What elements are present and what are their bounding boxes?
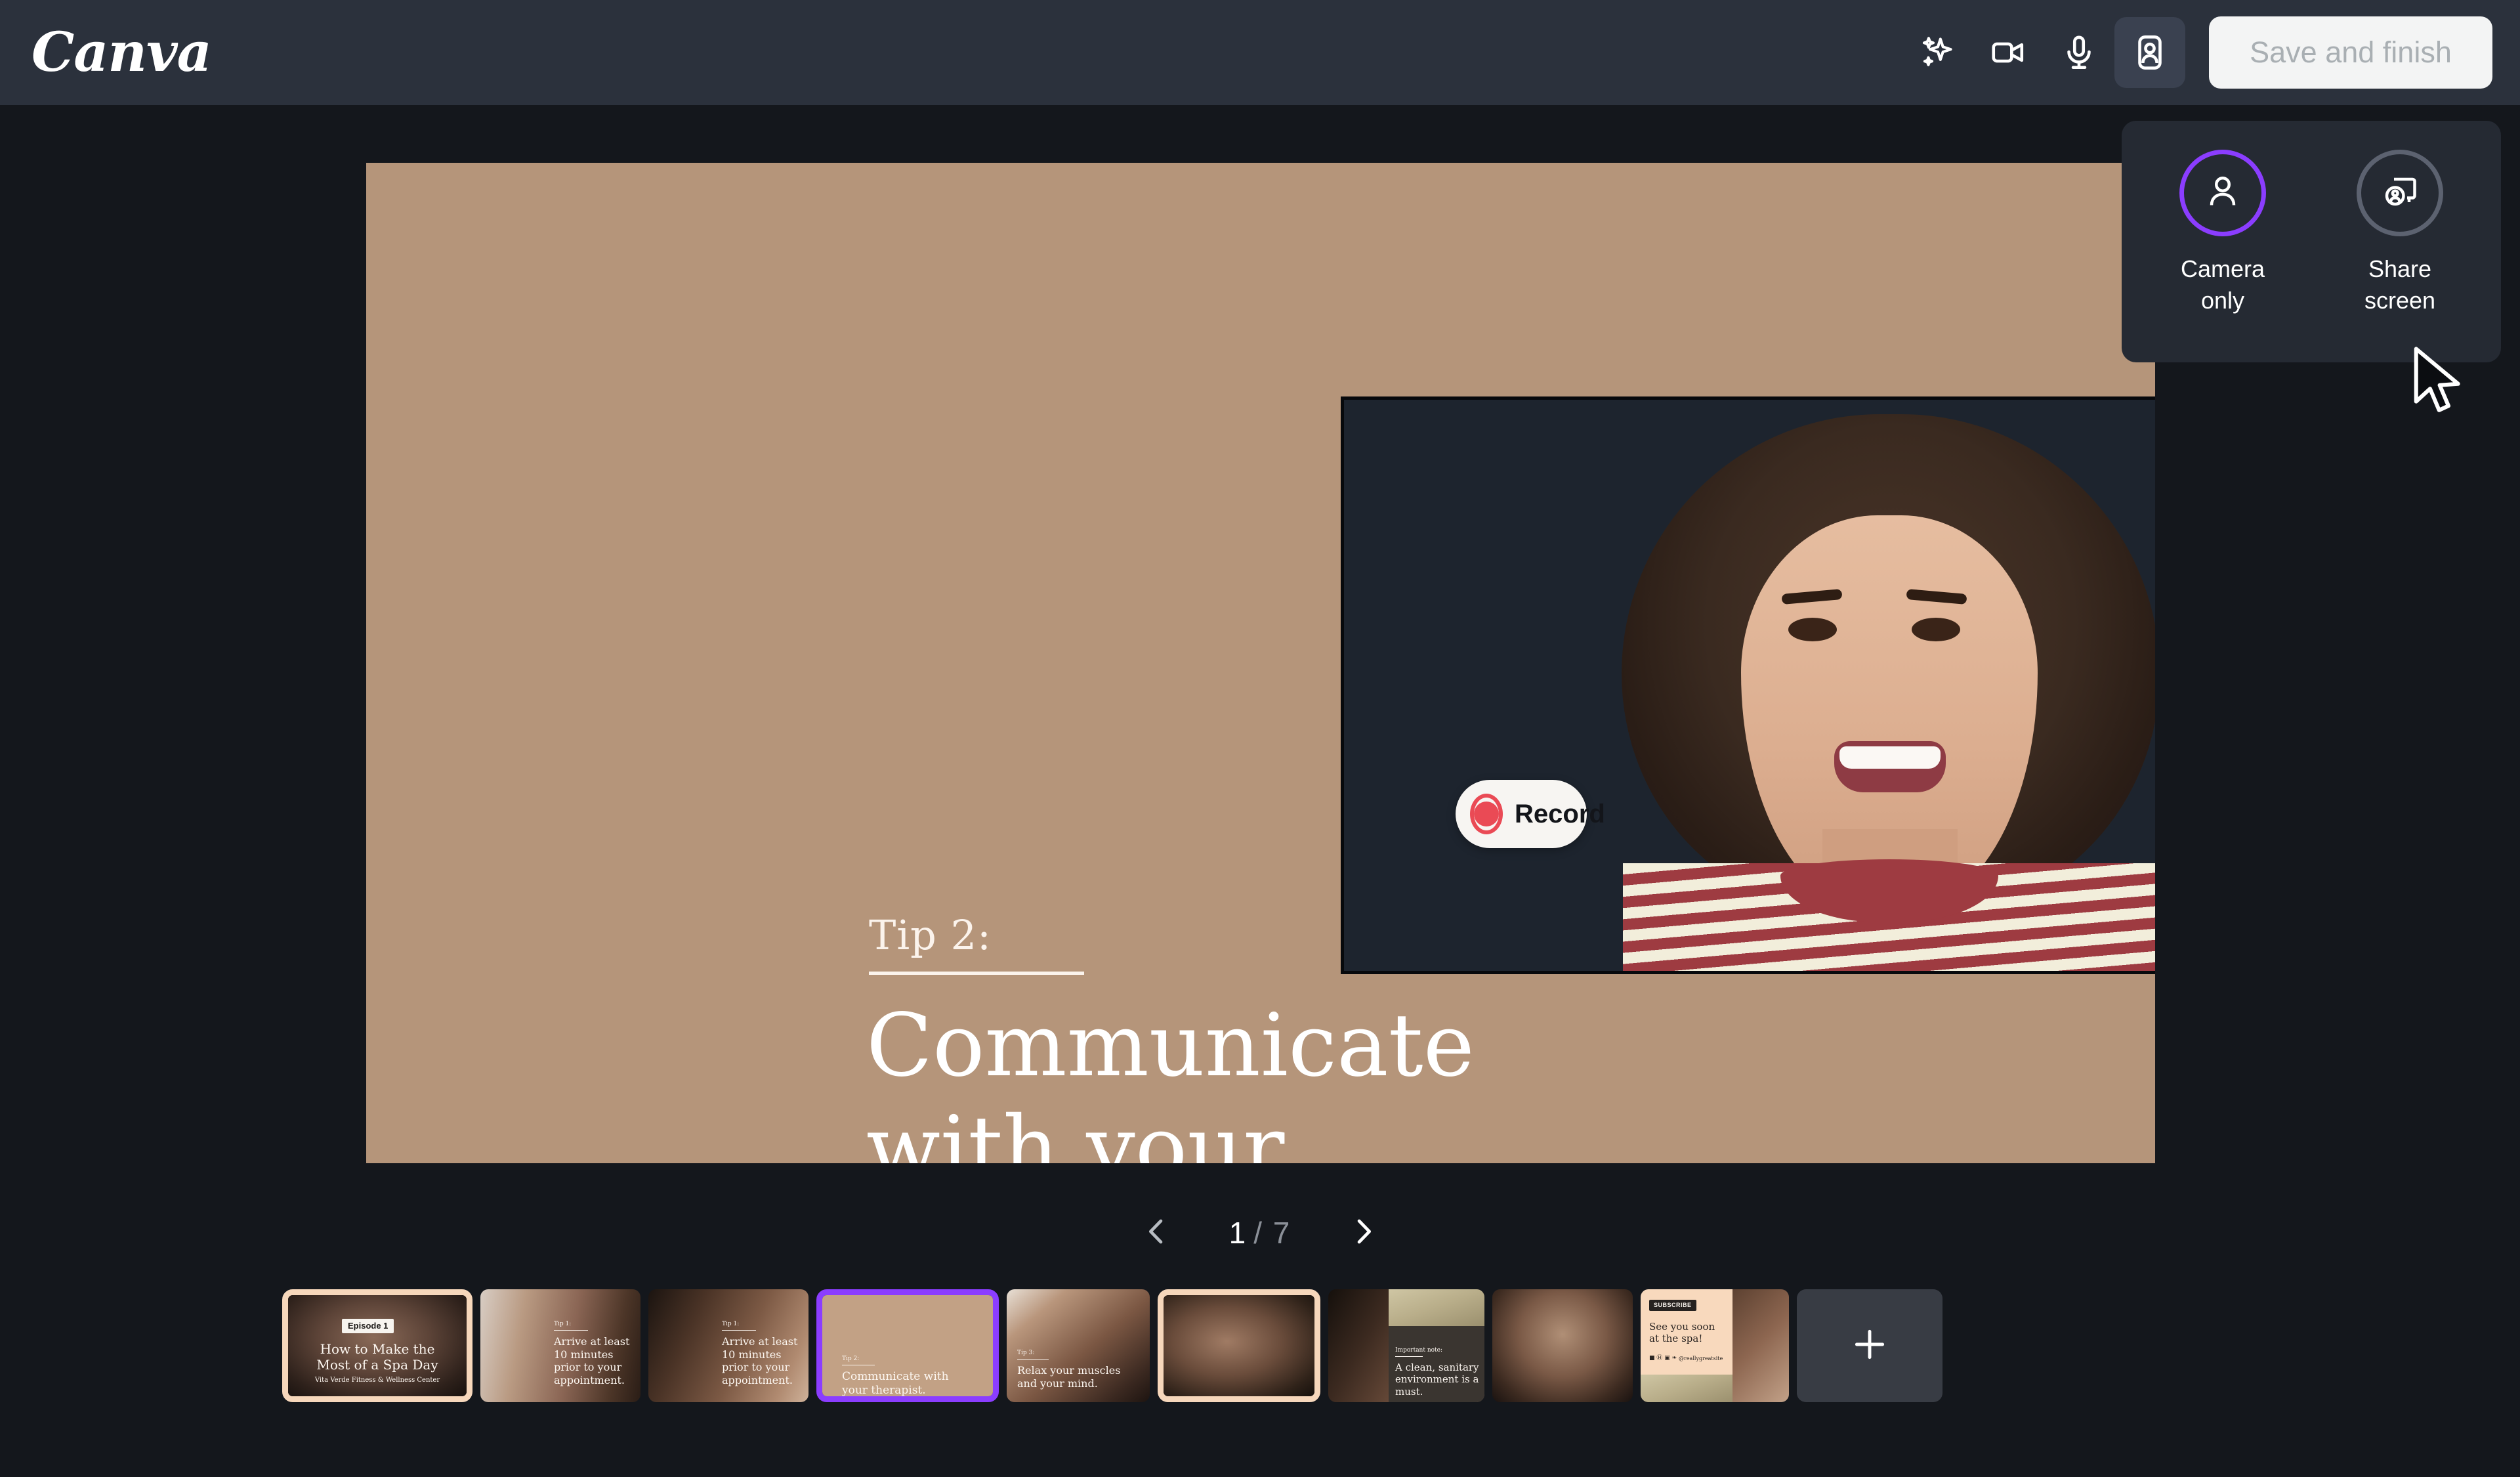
thumbnail-title: How to Make the Most of a Spa Day — [303, 1341, 452, 1373]
previous-page-button[interactable] — [1133, 1210, 1179, 1256]
thumbnail-page-3[interactable]: Tip 1: Arrive at least 10 minutes prior … — [648, 1289, 808, 1402]
thumbnail-image: SUBSCRIBE See you soon at the spa! ■ Ⓗ ▣… — [1641, 1289, 1789, 1402]
thumbnail-title: Communicate with your therapist. — [842, 1370, 973, 1396]
thumbnail-page-4[interactable]: Tip 2: Communicate with your therapist. — [816, 1289, 999, 1402]
person-eye-left — [1788, 618, 1837, 641]
record-dot-icon — [1470, 794, 1503, 834]
thumbnail-page-9[interactable]: SUBSCRIBE See you soon at the spa! ■ Ⓗ ▣… — [1641, 1289, 1789, 1402]
slide-tip-label: Tip 2: — [869, 911, 992, 959]
camera-mode-icon-button[interactable] — [2114, 17, 2185, 88]
thumbnail-title: See you soon at the spa! — [1649, 1321, 1724, 1345]
video-camera-icon-button[interactable] — [1973, 17, 2044, 88]
toolbar-actions: Save and finish — [1902, 16, 2492, 89]
thumbnail-page-7[interactable]: Important note: A clean, sanitary enviro… — [1328, 1289, 1484, 1402]
next-page-button[interactable] — [1341, 1210, 1387, 1256]
webcam-preview[interactable] — [1341, 396, 2155, 974]
chevron-left-icon — [1139, 1214, 1173, 1252]
thumbnail-note-label: Important note: — [1395, 1347, 1442, 1354]
slide-headline: Communicate with your therapist. — [866, 995, 1641, 1163]
microphone-icon — [2060, 33, 2098, 72]
thumbnail-image: Tip 3: Relax your muscles and your mind. — [1007, 1289, 1150, 1402]
record-button[interactable]: Record — [1456, 780, 1587, 848]
chevron-right-icon — [1347, 1214, 1381, 1252]
save-and-finish-button[interactable]: Save and finish — [2209, 16, 2492, 89]
thumbnail-image: Important note: A clean, sanitary enviro… — [1328, 1289, 1484, 1402]
thumbnail-tip-label: Tip 1: — [554, 1321, 571, 1328]
magic-sparkles-icon — [1918, 33, 1956, 72]
thumbnail-title: Arrive at least 10 minutes prior to your… — [554, 1335, 640, 1386]
thumbnail-tip-label: Tip 2: — [842, 1356, 859, 1363]
thumbnail-tip-label: Tip 1: — [722, 1321, 739, 1328]
person-mouth — [1834, 741, 1946, 792]
thumbnail-handle: @reallygreatsite — [1679, 1356, 1723, 1362]
microphone-icon-button[interactable] — [2044, 17, 2114, 88]
thumbnail-rule — [1395, 1356, 1423, 1357]
person-teeth — [1839, 746, 1941, 769]
thumbnail-image: Tip 2: Communicate with your therapist. — [822, 1295, 993, 1396]
share-screen-option[interactable]: Share screen — [2338, 150, 2462, 316]
top-toolbar: Canva — [0, 0, 2520, 105]
screen-share-icon — [2380, 172, 2420, 215]
share-screen-label: Share screen — [2338, 253, 2462, 316]
thumbnail-rule — [722, 1330, 756, 1331]
canva-logo[interactable]: Canva — [32, 21, 211, 84]
thumbnail-flowers-image — [1389, 1289, 1484, 1326]
save-and-finish-label: Save and finish — [2250, 35, 2452, 70]
thumbnail-image: Tip 1: Arrive at least 10 minutes prior … — [648, 1289, 808, 1402]
page-navigation: 1 / 7 — [0, 1203, 2520, 1263]
thumbnail-image — [1164, 1295, 1314, 1396]
share-screen-circle — [2357, 150, 2443, 236]
thumbnail-badge: SUBSCRIBE — [1649, 1300, 1696, 1311]
thumbnail-page-2[interactable]: Tip 1: Arrive at least 10 minutes prior … — [480, 1289, 640, 1402]
camera-only-circle — [2179, 150, 2266, 236]
thumbnail-image: Episode 1 How to Make the Most of a Spa … — [288, 1295, 467, 1396]
thumbnail-subtitle: Vita Verde Fitness & Wellness Center — [303, 1377, 452, 1384]
video-camera-icon — [1989, 33, 2027, 72]
thumbnail-badge: Episode 1 — [342, 1319, 394, 1333]
person-icon — [2203, 172, 2242, 215]
thumbnail-page-1[interactable]: Episode 1 How to Make the Most of a Spa … — [282, 1289, 472, 1402]
camera-mode-icon — [2131, 33, 2169, 72]
thumbnail-social-icons: ■ Ⓗ ▣ ❧ — [1649, 1355, 1677, 1362]
magic-sparkles-icon-button[interactable] — [1902, 17, 1973, 88]
thumbnail-title: Relax your muscles and your mind. — [1017, 1364, 1142, 1390]
record-button-label: Record — [1515, 800, 1605, 829]
thumbnail-tip-label: Tip 3: — [1017, 1350, 1034, 1357]
page-total-number: / 7 — [1253, 1215, 1291, 1251]
thumbnail-rule — [554, 1330, 588, 1331]
thumbnail-flowers-image — [1641, 1375, 1732, 1402]
thumbnail-title: A clean, sanitary environment is a must. — [1395, 1361, 1480, 1398]
plus-icon — [1849, 1324, 1890, 1368]
slide-canvas[interactable]: Tip 2: Communicate with your therapist. — [366, 163, 2155, 1163]
camera-mode-dropdown: Camera only Share screen — [2122, 121, 2501, 362]
thumbnail-title: Arrive at least 10 minutes prior to your… — [722, 1335, 808, 1386]
thumbnail-page-8[interactable] — [1492, 1289, 1633, 1402]
thumbnail-image — [1492, 1289, 1633, 1402]
page-current-number: 1 — [1229, 1215, 1248, 1251]
thumbnail-image: Tip 1: Arrive at least 10 minutes prior … — [480, 1289, 640, 1402]
page-thumbnail-strip: Episode 1 How to Make the Most of a Spa … — [0, 1283, 2520, 1408]
webcam-person-image — [1544, 400, 2155, 974]
thumbnail-page-6[interactable] — [1158, 1289, 1320, 1402]
add-page-button[interactable] — [1797, 1289, 1942, 1402]
thumbnail-page-5[interactable]: Tip 3: Relax your muscles and your mind. — [1007, 1289, 1150, 1402]
camera-only-option[interactable]: Camera only — [2160, 150, 2285, 316]
slide-divider-rule — [869, 972, 1084, 975]
page-counter: 1 / 7 — [1229, 1215, 1292, 1251]
person-eye-right — [1912, 618, 1960, 641]
camera-only-label: Camera only — [2160, 253, 2285, 316]
